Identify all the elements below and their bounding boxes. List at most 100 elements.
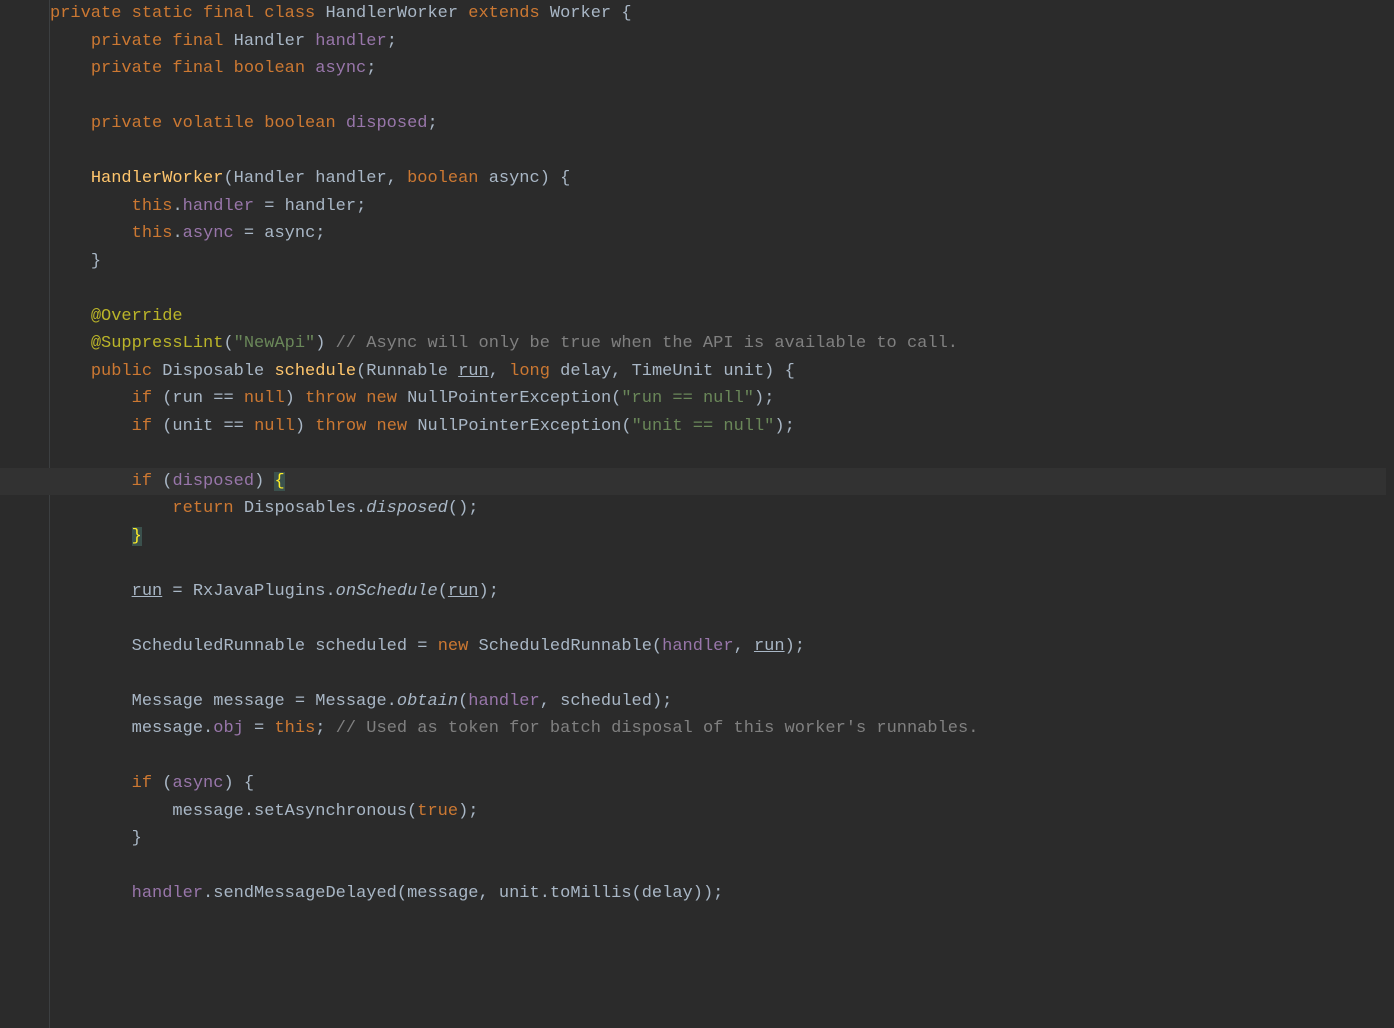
token-punct: ; [764,389,774,408]
code-line[interactable]: this.async = async; [50,220,1386,248]
code-line[interactable] [50,743,1386,771]
code-line[interactable] [50,550,1386,578]
token-ident: TimeUnit unit) { [632,362,795,381]
code-line[interactable]: private final boolean async; [50,55,1386,83]
token-kw: if [132,774,163,793]
token-kw: if [132,389,163,408]
token-punct: = [244,719,275,738]
token-punct: ) [285,389,305,408]
token-field: obj [213,719,244,738]
token-field: disposed [172,472,254,491]
token-punct: ; [713,884,723,903]
token-punct: , [611,362,631,381]
token-punct: ; [795,637,805,656]
token-kw: throw new [305,389,407,408]
indent [50,774,132,793]
code-line[interactable] [50,660,1386,688]
token-cursor-brace: { [274,472,284,491]
indent [50,802,172,821]
token-ident: message.setAsynchronous( [172,802,417,821]
code-line[interactable] [50,138,1386,166]
token-punct: , [734,637,754,656]
indent [50,224,132,243]
token-punct: ; [662,692,672,711]
token-kw: this [132,197,173,216]
code-line[interactable]: run = RxJavaPlugins.onSchedule(run); [50,578,1386,606]
token-ident: NullPointerException( [417,417,631,436]
token-punct: ) [754,389,764,408]
token-punct: ; [468,499,478,518]
code-line[interactable]: return Disposables.disposed(); [50,495,1386,523]
token-field: async [315,59,366,78]
indent [50,499,172,518]
token-method: schedule [274,362,356,381]
token-punct: ; [356,197,366,216]
code-line[interactable] [50,853,1386,881]
code-line[interactable]: } [50,523,1386,551]
code-editor[interactable]: private static final class HandlerWorker… [50,0,1394,935]
token-punct: ; [366,59,376,78]
code-line[interactable]: HandlerWorker(Handler handler, boolean a… [50,165,1386,193]
token-kw: return [172,499,243,518]
indent [50,169,91,188]
code-line[interactable]: this.handler = handler; [50,193,1386,221]
editor-gutter [0,0,50,1028]
code-line[interactable] [50,83,1386,111]
token-punct: ) [458,802,468,821]
indent [50,417,132,436]
token-kw: public [91,362,162,381]
token-kw: true [417,802,458,821]
indent [50,582,132,601]
token-punct: , [387,169,407,188]
code-line[interactable]: if (disposed) { [0,468,1386,496]
token-punct: ; [315,224,325,243]
code-line[interactable]: } [50,825,1386,853]
token-param-underline: run [448,582,479,601]
code-line[interactable] [50,908,1386,936]
code-line[interactable]: private volatile boolean disposed; [50,110,1386,138]
code-line[interactable]: message.setAsynchronous(true); [50,798,1386,826]
token-ident: .sendMessageDelayed(message [203,884,478,903]
code-line[interactable]: handler.sendMessageDelayed(message, unit… [50,880,1386,908]
token-ident: ScheduledRunnable scheduled = [132,637,438,656]
token-field: handler [662,637,733,656]
token-ident: message. [132,719,214,738]
code-line[interactable] [50,605,1386,633]
token-punct: ; [315,719,335,738]
code-line[interactable]: message.obj = this; // Used as token for… [50,715,1386,743]
code-line[interactable]: @SuppressLint("NewApi") // Async will on… [50,330,1386,358]
indent [50,637,132,656]
code-line[interactable]: } [50,248,1386,276]
token-field: async [183,224,234,243]
token-kw: extends [468,4,550,23]
code-line[interactable]: private final Handler handler; [50,28,1386,56]
token-punct: , [489,362,509,381]
code-line[interactable]: Message message = Message.obtain(handler… [50,688,1386,716]
token-kw: private final [91,32,234,51]
token-method: HandlerWorker [91,169,224,188]
token-ident: Message message = Message. [132,692,397,711]
code-line[interactable]: public Disposable schedule(Runnable run,… [50,358,1386,386]
code-line[interactable]: @Override [50,303,1386,331]
indent [50,472,132,491]
token-kw: null [244,389,285,408]
token-ident: delay [560,362,611,381]
code-line[interactable]: if (unit == null) throw new NullPointerE… [50,413,1386,441]
indent [50,884,132,903]
indent [50,32,91,51]
code-line[interactable]: if (async) { [50,770,1386,798]
token-ident: = async [234,224,316,243]
token-ident: = RxJavaPlugins. [162,582,335,601]
token-param-underline: run [754,637,785,656]
code-line[interactable] [50,275,1386,303]
code-line[interactable]: ScheduledRunnable scheduled = new Schedu… [50,633,1386,661]
token-punct: ) [785,637,795,656]
indent [50,114,91,133]
token-punct: ; [387,32,397,51]
code-line[interactable]: private static final class HandlerWorker… [50,0,1386,28]
token-staticmethod: onSchedule [336,582,438,601]
indent [50,692,132,711]
token-kw: null [254,417,295,436]
code-line[interactable] [50,440,1386,468]
code-line[interactable]: if (run == null) throw new NullPointerEx… [50,385,1386,413]
